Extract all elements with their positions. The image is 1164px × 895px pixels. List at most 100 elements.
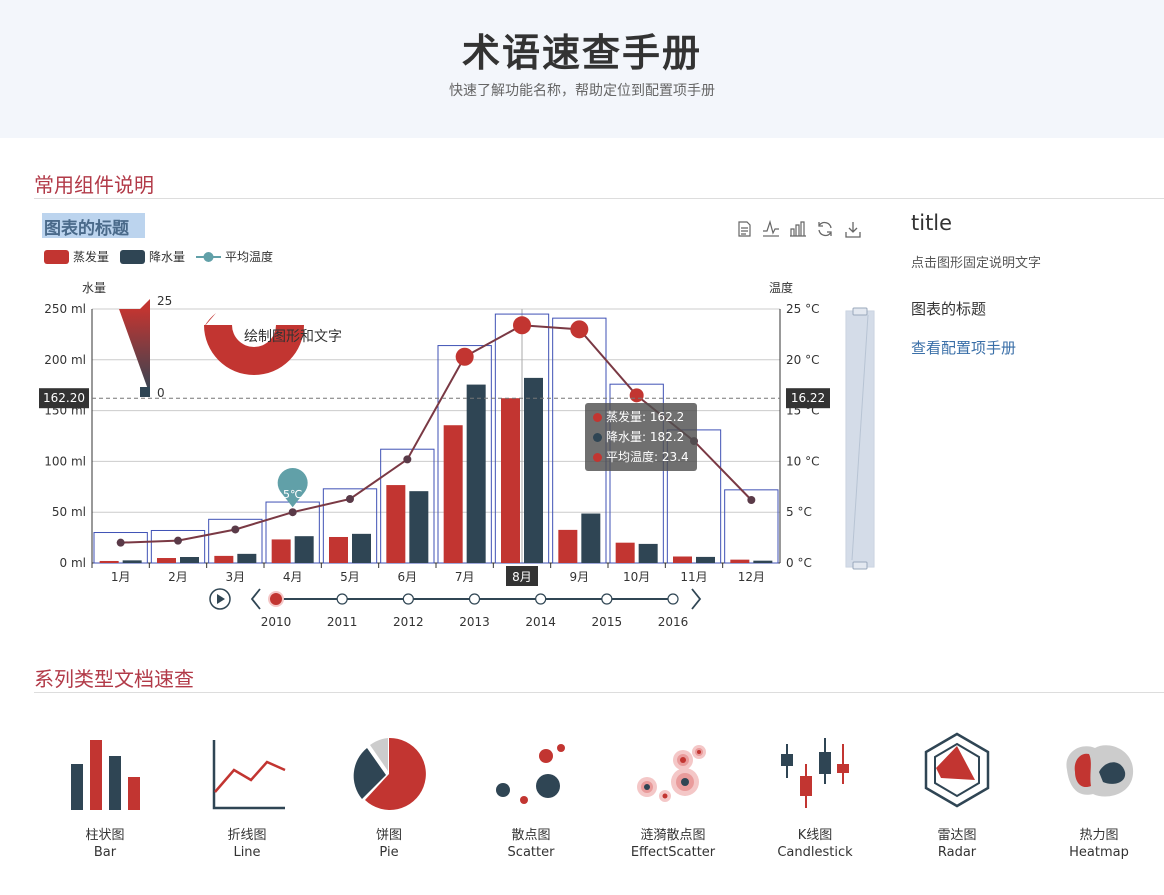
temperature-point[interactable] [513, 316, 531, 335]
bar-precipitation[interactable] [524, 377, 543, 563]
temperature-point[interactable] [403, 455, 412, 464]
data-zoom-handle-bottom[interactable] [852, 561, 868, 570]
mark-point-label: 5℃ [283, 488, 302, 501]
visual-map-handle-bottom[interactable] [140, 387, 150, 397]
y-axis-right-tick: 0 °C [786, 556, 812, 570]
data-zoom-handle-top[interactable] [852, 307, 868, 316]
save-image-icon[interactable] [845, 222, 861, 238]
series-type-name: 柱状图 [85, 828, 125, 843]
series-type-heatmap[interactable]: 热力图 Heatmap [1028, 730, 1164, 860]
timeline-node-current[interactable] [270, 593, 282, 605]
bar-precipitation[interactable] [753, 560, 773, 563]
series-type-candlestick[interactable]: K线图 Candlestick [744, 730, 886, 860]
bar-evaporation[interactable] [386, 485, 406, 563]
bar-evaporation[interactable] [443, 425, 463, 563]
bar-evaporation[interactable] [157, 558, 176, 563]
series-type-en: Bar [93, 845, 117, 860]
bar-evaporation[interactable] [615, 542, 635, 563]
play-icon [217, 594, 225, 604]
mark-point-pin[interactable]: 5℃ [277, 468, 308, 508]
timeline-next-icon[interactable] [691, 588, 702, 610]
visual-map-continuous[interactable]: 25 0 [119, 294, 172, 400]
legend-item-evaporation[interactable]: 蒸发量 [44, 249, 109, 264]
data-view-icon[interactable] [738, 221, 751, 237]
temperature-point[interactable] [231, 525, 240, 534]
temperature-point[interactable] [455, 347, 474, 366]
bar-evaporation[interactable] [730, 559, 750, 563]
bar-precipitation[interactable] [696, 556, 715, 563]
bar-evaporation[interactable] [501, 398, 520, 563]
bar-evaporation[interactable] [214, 555, 234, 563]
y-axis-right-tick: 20 °C [786, 353, 819, 367]
tooltip-row: 平均温度: 23.4 [593, 447, 689, 467]
legend-swatch-dot [203, 252, 214, 262]
temperature-point[interactable] [346, 494, 354, 503]
temperature-point[interactable] [288, 508, 297, 517]
restore-icon[interactable] [818, 221, 832, 237]
chart-title: 图表的标题 [44, 218, 130, 239]
heatmap-icon [1066, 745, 1134, 797]
bar-precipitation[interactable] [638, 543, 658, 563]
y-axis-right-tick: 25 °C [786, 302, 819, 316]
bar-precipitation[interactable] [409, 491, 429, 563]
timeline-year-label: 2012 [393, 615, 424, 629]
legend[interactable]: 蒸发量 降水量 平均温度 [44, 249, 273, 264]
timeline-node[interactable] [535, 593, 547, 605]
main-chart[interactable]: 图表的标题 蒸发量 降水量 平均温度 水量 温度 0 ml50 ml100 ml… [34, 205, 904, 645]
timeline-prev-icon[interactable] [250, 588, 261, 610]
bar-evaporation[interactable] [99, 560, 119, 563]
series-type-effect-scatter[interactable]: 涟漪散点图 EffectScatter [602, 730, 744, 860]
temperature-point[interactable] [629, 388, 644, 403]
temperature-point[interactable] [570, 320, 589, 339]
timeline-node[interactable] [336, 593, 348, 605]
timeline-node[interactable] [468, 593, 481, 605]
series-type-bar[interactable]: 柱状图 Bar [34, 730, 176, 860]
legend-item-temperature[interactable]: 平均温度 [196, 249, 273, 264]
bar-precipitation[interactable] [352, 533, 371, 563]
temperature-point[interactable] [747, 496, 756, 505]
bar-evaporation[interactable] [558, 529, 578, 563]
series-type-name: 雷达图 [937, 828, 977, 843]
temperature-point[interactable] [174, 536, 182, 545]
tooltip-row: 蒸发量: 162.2 [593, 407, 689, 427]
temperature-point[interactable] [116, 538, 125, 547]
page-title: 术语速查手册 [461, 31, 702, 75]
timeline-year-label: 2011 [327, 615, 358, 629]
bar-evaporation[interactable] [673, 556, 692, 563]
series-type-pie[interactable]: 饼图 Pie [318, 730, 460, 860]
effect-scatter-icon [637, 745, 706, 802]
data-zoom-slider[interactable] [845, 307, 875, 570]
bar-precipitation[interactable] [294, 536, 314, 563]
timeline-node[interactable] [402, 593, 414, 605]
tooltip-row: 降水量: 182.2 [593, 427, 689, 447]
series-type-name: 折线图 [227, 828, 267, 843]
timeline-node[interactable] [667, 593, 679, 605]
series-type-line[interactable]: 折线图 Line [176, 730, 318, 860]
visual-map-handle-top[interactable] [140, 299, 150, 309]
section-title-series: 系列类型文档速查 [34, 667, 194, 691]
bar-evaporation[interactable] [329, 536, 348, 563]
section-divider [34, 198, 1164, 199]
config-manual-link[interactable]: 查看配置项手册 [911, 337, 1016, 358]
series-type-en: Line [233, 845, 261, 860]
bar-precipitation[interactable] [122, 560, 142, 563]
series-type-radar[interactable]: 雷达图 Radar [886, 730, 1028, 860]
timeline-node[interactable] [601, 593, 613, 605]
series-type-scatter[interactable]: 散点图 Scatter [460, 730, 602, 860]
timeline-ticks[interactable]: 2010 2011 2012 2013 2014 2015 2016 [261, 591, 689, 629]
legend-label-evaporation: 蒸发量 [73, 249, 109, 264]
bar-evaporation[interactable] [271, 539, 291, 563]
bar-precipitation[interactable] [180, 557, 199, 563]
bar-precipitation[interactable] [581, 513, 601, 563]
bar-precipitation[interactable] [237, 553, 257, 563]
legend-item-precipitation[interactable]: 降水量 [120, 250, 185, 264]
bar-switch-icon[interactable] [790, 221, 806, 237]
y-axis-left-name: 水量 [82, 281, 106, 295]
line-switch-icon[interactable] [763, 219, 779, 237]
timeline[interactable]: 2010 2011 2012 2013 2014 2015 2016 [209, 588, 702, 629]
tooltip-text: 降水量: 182.2 [606, 430, 685, 444]
series-type-name: 热力图 [1079, 828, 1119, 843]
bar-precipitation[interactable] [466, 384, 486, 563]
timeline-year-label: 2016 [658, 615, 689, 629]
x-axis-label: 2月 [168, 570, 188, 584]
